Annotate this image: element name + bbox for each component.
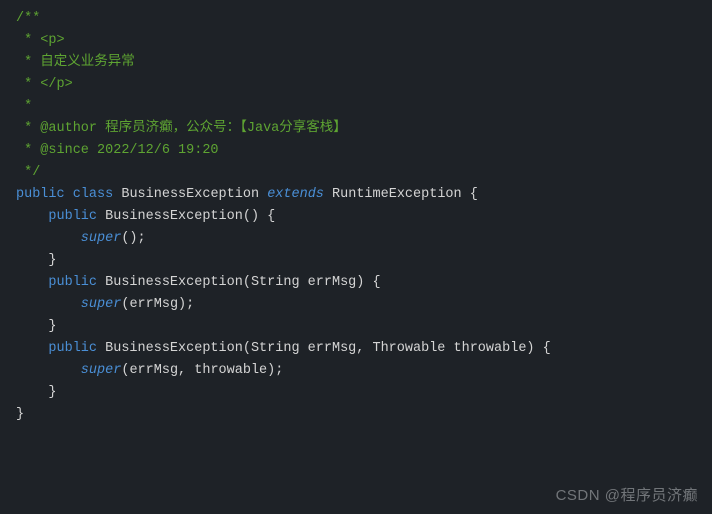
comment-line: * @since 2022/12/6 19:20 — [16, 140, 696, 162]
comment-line: * — [16, 96, 696, 118]
constructor-signature: public BusinessException(String errMsg, … — [16, 338, 696, 360]
class-declaration: public class BusinessException extends R… — [16, 184, 696, 206]
comment-line: * </p> — [16, 74, 696, 96]
close-brace: } — [16, 382, 696, 404]
comment-line: * <p> — [16, 30, 696, 52]
comment-line: * 自定义业务异常 — [16, 52, 696, 74]
watermark-text: CSDN @程序员济癫 — [556, 485, 698, 507]
constructor-body: super(errMsg, throwable); — [16, 360, 696, 382]
constructor-signature: public BusinessException() { — [16, 206, 696, 228]
close-brace: } — [16, 250, 696, 272]
constructor-signature: public BusinessException(String errMsg) … — [16, 272, 696, 294]
constructor-body: super(); — [16, 228, 696, 250]
close-brace: } — [16, 404, 696, 426]
comment-line: */ — [16, 162, 696, 184]
comment-line: /** — [16, 8, 696, 30]
comment-line: * @author 程序员济癫，公众号：【Java分享客栈】 — [16, 118, 696, 140]
constructor-body: super(errMsg); — [16, 294, 696, 316]
close-brace: } — [16, 316, 696, 338]
code-block: /** * <p> * 自定义业务异常 * </p> * * @author 程… — [16, 8, 696, 426]
